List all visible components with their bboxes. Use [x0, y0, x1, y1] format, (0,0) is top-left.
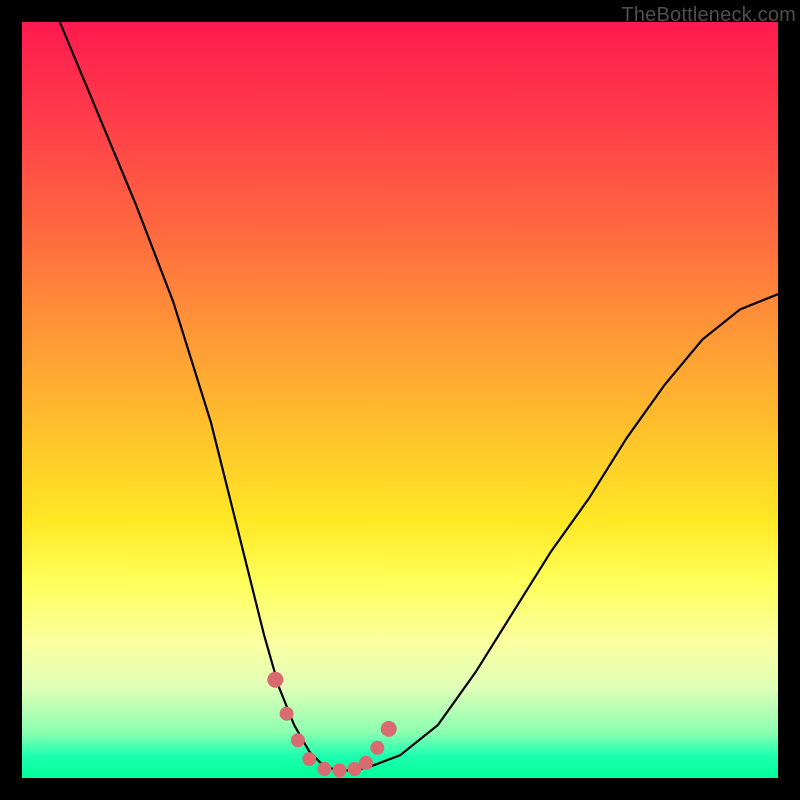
highlighted-point	[317, 762, 331, 776]
highlighted-points-group	[267, 672, 396, 778]
bottleneck-curve-svg	[22, 22, 778, 778]
watermark-text: TheBottleneck.com	[621, 4, 796, 27]
highlighted-point	[370, 741, 384, 755]
highlighted-point	[267, 672, 283, 688]
highlighted-point	[280, 707, 294, 721]
chart-plot-area	[22, 22, 778, 778]
highlighted-point	[381, 721, 397, 737]
bottleneck-curve-line	[60, 22, 778, 770]
highlighted-point	[359, 756, 373, 770]
highlighted-point	[333, 763, 347, 777]
highlighted-point	[302, 752, 316, 766]
highlighted-point	[291, 733, 305, 747]
